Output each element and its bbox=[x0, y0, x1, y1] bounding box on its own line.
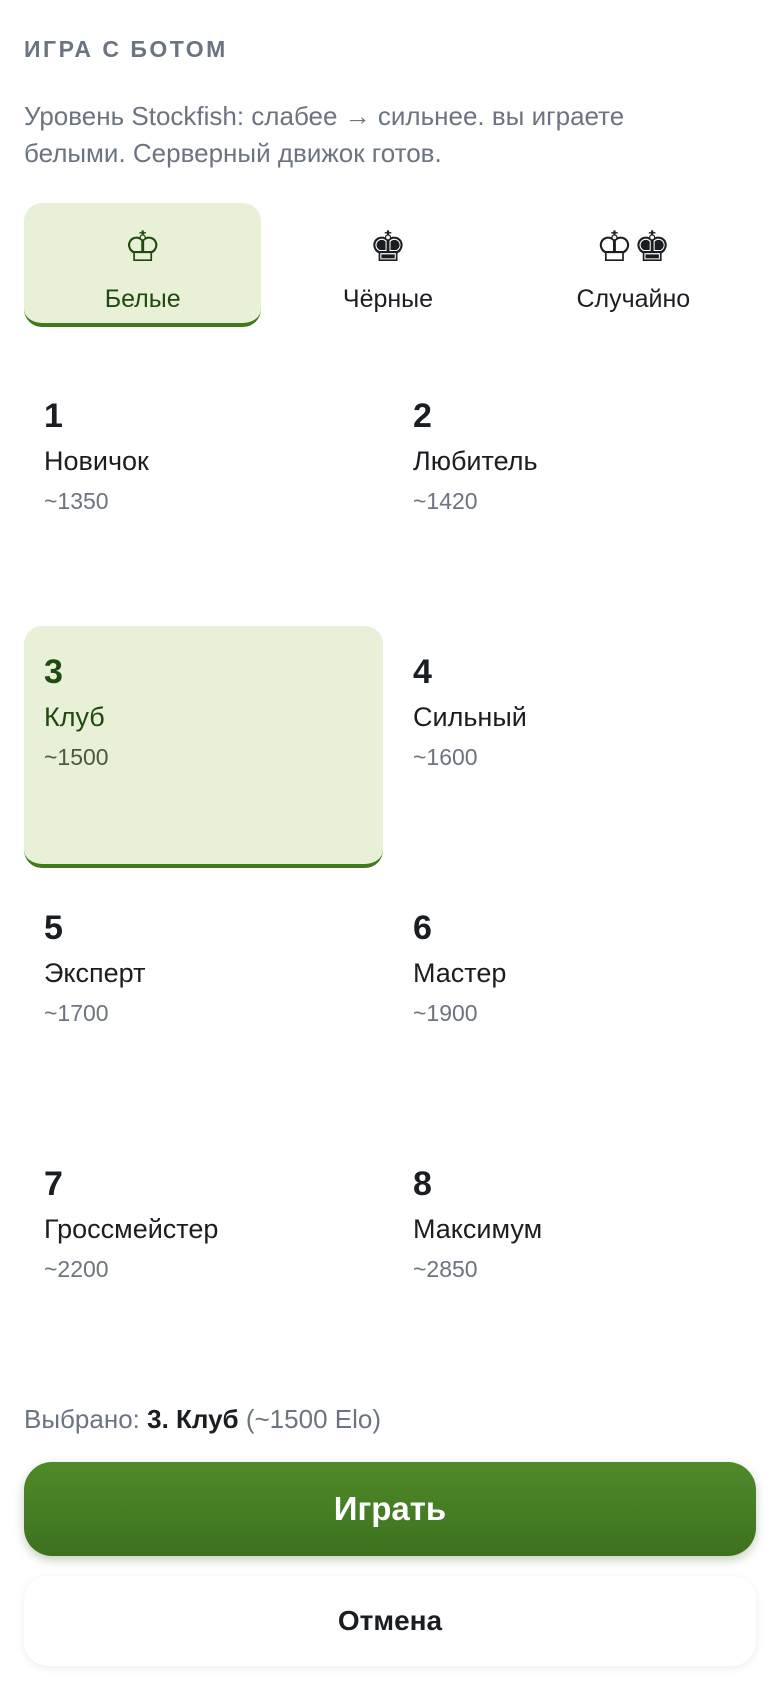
selection-summary: Выбрано: 3. Клуб (~1500 Elo) bbox=[24, 1404, 381, 1435]
level-number: 3 bbox=[44, 653, 63, 691]
random-kings-icon: ♔♚ bbox=[595, 222, 671, 271]
level-card-6[interactable]: 6 Мастер ~1900 bbox=[393, 882, 752, 1124]
level-elo: ~1700 bbox=[44, 1000, 109, 1026]
level-card-1[interactable]: 1 Новичок ~1350 bbox=[24, 370, 383, 612]
black-king-icon: ♚ bbox=[369, 222, 407, 271]
play-button[interactable]: Играть bbox=[24, 1462, 756, 1556]
level-card-5[interactable]: 5 Эксперт ~1700 bbox=[24, 882, 383, 1124]
summary-suffix: (~1500 Elo) bbox=[245, 1404, 381, 1434]
summary-value: 3. Клуб bbox=[147, 1404, 239, 1434]
level-card-7[interactable]: 7 Гроссмейстер ~2200 bbox=[24, 1138, 383, 1380]
level-number: 1 bbox=[44, 397, 63, 435]
level-elo: ~1500 bbox=[44, 744, 109, 770]
level-number: 4 bbox=[413, 653, 432, 691]
white-king-icon: ♔ bbox=[123, 222, 162, 271]
level-number: 2 bbox=[413, 397, 432, 435]
level-name: Клуб bbox=[44, 702, 105, 732]
level-card-8[interactable]: 8 Максимум ~2850 bbox=[393, 1138, 752, 1380]
level-card-3[interactable]: 3 Клуб ~1500 bbox=[24, 626, 383, 868]
color-option-label: Случайно bbox=[576, 285, 691, 313]
color-option-label: Белые bbox=[104, 285, 181, 313]
level-card-4[interactable]: 4 Сильный ~1600 bbox=[393, 626, 752, 868]
level-name: Сильный bbox=[413, 702, 527, 732]
level-number: 5 bbox=[44, 909, 63, 947]
level-number: 8 bbox=[413, 1165, 432, 1203]
level-name: Гроссмейстер bbox=[44, 1214, 219, 1244]
level-number: 7 bbox=[44, 1165, 63, 1203]
cancel-button[interactable]: Отмена bbox=[24, 1576, 756, 1666]
level-name: Любитель bbox=[413, 446, 538, 476]
level-elo: ~1900 bbox=[413, 1000, 478, 1026]
level-elo: ~1420 bbox=[413, 488, 478, 514]
page-title: ИГРА С БОТОМ bbox=[24, 36, 228, 62]
color-option-label: Чёрные bbox=[342, 285, 434, 313]
level-elo: ~1600 bbox=[413, 744, 478, 770]
level-elo: ~2850 bbox=[413, 1256, 478, 1282]
level-name: Мастер bbox=[413, 958, 507, 988]
level-name: Максимум bbox=[413, 1214, 543, 1244]
level-number: 6 bbox=[413, 909, 432, 947]
level-grid: 1 Новичок ~1350 2 Любитель ~1420 3 Клуб … bbox=[24, 370, 752, 1380]
page-subtitle: Уровень Stockfish: слабее → сильнее. вы … bbox=[24, 101, 625, 168]
level-name: Новичок bbox=[44, 446, 149, 476]
level-name: Эксперт bbox=[44, 958, 146, 988]
color-option-white[interactable]: ♔ Белые bbox=[24, 203, 262, 327]
color-option-black[interactable]: ♚ Чёрные bbox=[269, 203, 506, 327]
color-option-random[interactable]: ♔♚ Случайно bbox=[515, 203, 752, 327]
summary-prefix: Выбрано: bbox=[24, 1404, 140, 1434]
level-card-2[interactable]: 2 Любитель ~1420 bbox=[393, 370, 752, 612]
level-elo: ~2200 bbox=[44, 1256, 109, 1282]
level-elo: ~1350 bbox=[44, 488, 109, 514]
color-selector: ♔ Белые ♚ Чёрные ♔♚ Случайно bbox=[24, 203, 752, 327]
